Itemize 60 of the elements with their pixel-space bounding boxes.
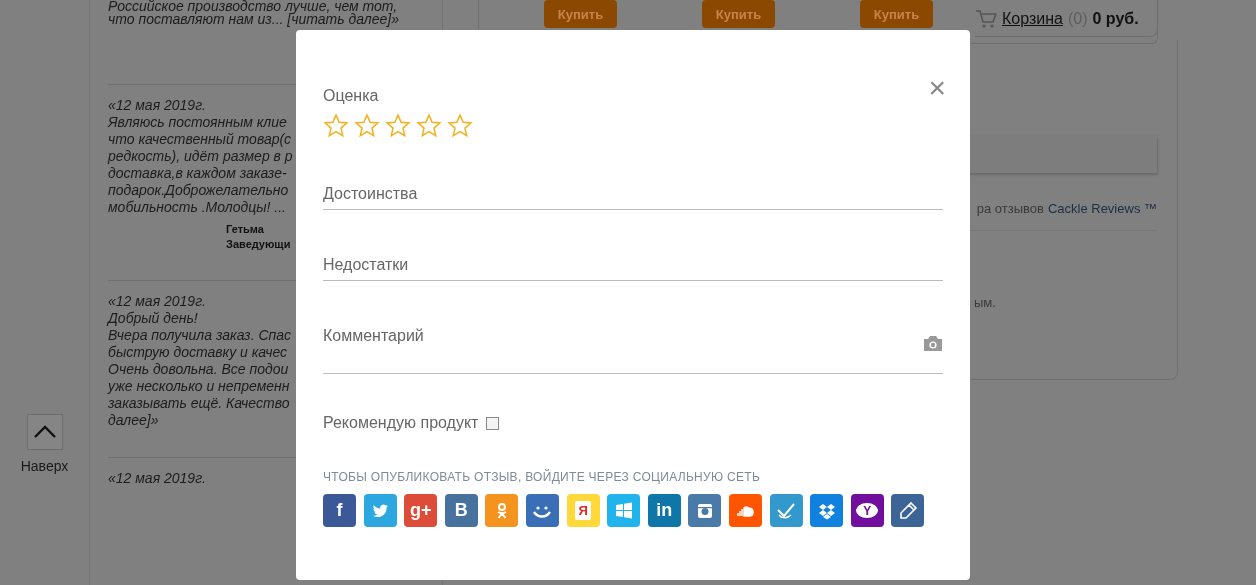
cackle-link[interactable]: Cackle Reviews ™ [1047,201,1157,216]
social-login-button[interactable]: in [647,494,681,527]
social-login-button[interactable] [810,494,844,527]
review-text-line: Очень довольна. Все подои [108,361,289,378]
review-text-line: Российское производство лучше, чем тот, [108,0,398,13]
input-field[interactable]: Достоинства [323,185,943,210]
review-text-line: Добрый день! [108,310,198,327]
review-author: Заведующи [226,237,291,252]
back-to-top-label: Наверх [20,458,69,474]
social-login-button[interactable] [525,494,559,527]
review-text-line: редкость), идёт размер в р [108,148,293,165]
review-text-line: заказывать ещё. Качество [108,395,290,412]
cart-total: 0 руб. [1092,10,1139,28]
star-icon[interactable] [416,113,442,139]
social-login-button[interactable]: B [444,494,478,527]
back-to-top-button[interactable] [26,414,63,450]
review-text-line: «12 мая 2019г. [108,470,206,487]
review-text-line: Вчера получила заказ. Спас [108,327,291,344]
cart-link[interactable]: Корзина [1002,10,1063,28]
powered-by-text: ра отзывов [976,201,1044,216]
social-login-button[interactable]: Y [850,494,884,527]
social-login-button[interactable] [891,494,925,527]
star-icon[interactable] [385,113,411,139]
social-login-prompt: ЧТОБЫ ОПУБЛИКОВАТЬ ОТЗЫВ, ВОЙДИТЕ ЧЕРЕЗ СОЦИАЛЬНУЮ СЕТЬ [323,470,762,484]
recommend-checkbox[interactable] [486,416,500,430]
rating-label: Оценка [323,87,379,105]
recommend-label: Рекомендую продукт [323,414,479,432]
review-text-line: уже несколько и непременн [108,378,290,395]
yandex-logo: Я [575,501,591,520]
yahoo-logo: Y [856,503,879,518]
review-text-line: что качественный товар(с [108,131,292,148]
review-text-line: мобильность .Молодцы! ... [108,199,286,216]
pencil-icon [897,500,918,521]
social-login-button[interactable]: f [323,494,356,527]
panel-text: ым. [974,295,996,310]
star-icon[interactable] [354,113,380,139]
star-icon[interactable] [447,113,473,139]
review-text-line: что поставляют нам из... [читать далее]» [108,13,399,26]
review-text-line: быструю доставку и качес [108,344,288,361]
review-text-line: доставка,в каждом заказе- [108,165,287,182]
review-text-line: «12 мая 2019г. [108,293,206,310]
review-author: Гетьма [226,222,264,237]
input-field[interactable]: Недостатки [323,256,943,281]
chevron-up-icon [32,425,57,439]
review-text-line: подарок.Доброжелательно [108,182,289,199]
review-text-line: «12 мая 2019г. [108,97,206,114]
social-login-button[interactable] [728,494,762,527]
windows-icon [613,500,634,521]
social-login-button[interactable] [363,494,397,527]
review-text-line: Являюсь постоянным клие [108,114,287,131]
camera-icon[interactable] [923,335,943,352]
star-icon[interactable] [323,113,349,139]
social-login-button[interactable]: Я [566,494,600,527]
close-button[interactable]: × [928,73,946,103]
cart-icon [975,9,997,29]
social-login-button[interactable]: g+ [404,494,438,527]
review-text-line: далее]» [108,412,159,429]
comment-field[interactable]: Комментарий [323,327,943,374]
social-login-button[interactable] [769,494,803,527]
social-login-button[interactable] [688,494,722,527]
